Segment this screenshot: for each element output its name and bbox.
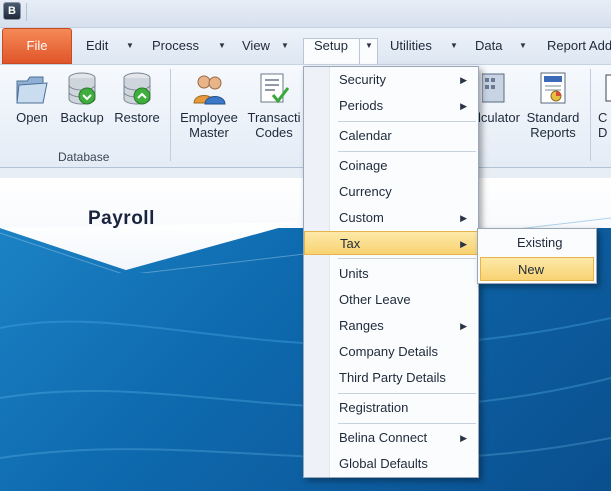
menu-separator <box>338 258 476 259</box>
menu-utilities[interactable]: Utilities <box>390 28 432 64</box>
utilities-dropdown-arrow-icon[interactable]: ▼ <box>450 28 458 64</box>
menu-item-other-leave[interactable]: Other Leave <box>305 288 477 312</box>
setup-split-divider <box>359 38 360 64</box>
calculator-label: lculator <box>478 110 520 125</box>
tax-label: Tax <box>340 236 361 251</box>
backup-label: Backup <box>60 110 104 125</box>
restore-button[interactable]: Restore <box>112 71 162 125</box>
registration-label: Registration <box>339 400 409 415</box>
title-bar: B <box>0 0 611 28</box>
calendar-label: Calendar <box>339 128 392 143</box>
menu-item-belina-connect[interactable]: Belina Connect ▶ <box>305 426 477 450</box>
company-details-label: Company Details <box>339 344 438 359</box>
payroll-title: Payroll <box>88 208 155 229</box>
existing-label: Existing <box>517 235 563 250</box>
periods-label: Periods <box>339 98 384 113</box>
submenu-arrow-icon: ▶ <box>460 321 467 331</box>
menu-item-company-details[interactable]: Company Details <box>305 340 477 364</box>
submenu-arrow-icon: ▶ <box>460 239 467 249</box>
menu-item-registration[interactable]: Registration <box>305 396 477 420</box>
backup-button[interactable]: Backup <box>58 71 106 125</box>
menu-view[interactable]: View <box>242 28 270 64</box>
database-backup-icon <box>68 72 96 105</box>
menu-process[interactable]: Process <box>152 28 199 64</box>
menu-separator <box>338 151 476 152</box>
menu-bar: File Edit ▼ Process ▼ View ▼ Setup ▼ Uti… <box>0 28 611 64</box>
menu-item-ranges[interactable]: Ranges ▶ <box>305 314 477 338</box>
payroll-app-icon[interactable]: B <box>3 2 21 20</box>
file-menu-button[interactable]: File <box>2 28 72 64</box>
database-restore-icon <box>123 72 151 105</box>
employees-icon <box>193 75 226 105</box>
ribbon-group-separator <box>170 69 171 161</box>
menu-separator <box>338 423 476 424</box>
currency-label: Currency <box>339 184 392 199</box>
calculator-button[interactable]: lculator <box>478 71 520 125</box>
global-defaults-label: Global Defaults <box>339 456 428 471</box>
process-dropdown-arrow-icon[interactable]: ▼ <box>218 28 226 64</box>
tax-submenu: Existing New <box>477 228 597 284</box>
cutoff-label-line2: D <box>598 125 608 140</box>
custom-label: Custom <box>339 210 384 225</box>
standard-reports-label-line2: Reports <box>530 125 576 140</box>
transaction-codes-label-line2: Codes <box>255 125 293 140</box>
menu-item-security[interactable]: Security ▶ <box>305 68 477 92</box>
cutoff-ribbon-icon <box>605 74 611 102</box>
submenu-item-existing[interactable]: Existing <box>480 231 594 255</box>
submenu-arrow-icon: ▶ <box>460 433 467 443</box>
restore-label: Restore <box>114 110 160 125</box>
database-group-label: Database <box>58 150 110 164</box>
data-dropdown-arrow-icon[interactable]: ▼ <box>519 28 527 64</box>
transaction-codes-button[interactable]: Transacti Codes <box>246 71 302 140</box>
submenu-arrow-icon: ▶ <box>460 213 467 223</box>
other-leave-label: Other Leave <box>339 292 411 307</box>
new-label: New <box>518 262 545 277</box>
standard-reports-icon <box>540 72 566 104</box>
menu-item-calendar[interactable]: Calendar <box>305 124 477 148</box>
ranges-label: Ranges <box>339 318 384 333</box>
menu-item-third-party-details[interactable]: Third Party Details <box>305 366 477 390</box>
setup-dropdown-menu: Security ▶ Periods ▶ Calendar Coinage Cu… <box>303 66 479 478</box>
employee-master-label-line2: Master <box>189 125 229 140</box>
transaction-codes-icon <box>260 73 290 104</box>
menu-separator <box>338 121 476 122</box>
setup-dropdown-arrow-icon[interactable]: ▼ <box>365 28 373 64</box>
view-dropdown-arrow-icon[interactable]: ▼ <box>281 28 289 64</box>
menu-item-units[interactable]: Units <box>305 262 477 286</box>
submenu-item-new[interactable]: New <box>480 257 594 281</box>
menu-item-global-defaults[interactable]: Global Defaults <box>305 452 477 476</box>
employee-master-button[interactable]: Employee Master <box>178 71 240 140</box>
menu-separator <box>338 393 476 394</box>
ribbon-group-separator-right <box>590 69 591 161</box>
cutoff-label-line1: C <box>598 110 608 125</box>
title-separator <box>26 3 27 21</box>
menu-item-custom[interactable]: Custom ▶ <box>305 206 477 230</box>
edit-dropdown-arrow-icon[interactable]: ▼ <box>126 28 134 64</box>
transaction-codes-label-line1: Transacti <box>247 110 301 125</box>
submenu-arrow-icon: ▶ <box>460 75 467 85</box>
security-label: Security <box>339 72 386 87</box>
standard-reports-label-line1: Standard <box>526 110 580 125</box>
open-button[interactable]: Open <box>12 71 52 125</box>
submenu-arrow-icon: ▶ <box>460 101 467 111</box>
menu-data[interactable]: Data <box>475 28 502 64</box>
menu-setup[interactable]: Setup <box>314 28 348 64</box>
coinage-label: Coinage <box>339 158 388 173</box>
menu-item-tax[interactable]: Tax ▶ <box>304 231 478 255</box>
menu-report-add[interactable]: Report Add <box>547 28 611 64</box>
belina-connect-label: Belina Connect <box>339 430 428 445</box>
folder-icon <box>16 76 48 104</box>
units-label: Units <box>339 266 369 281</box>
calculator-icon <box>482 73 505 103</box>
menu-item-periods[interactable]: Periods ▶ <box>305 94 477 118</box>
cutoff-ribbon-button[interactable]: C D <box>598 71 611 140</box>
menu-item-currency[interactable]: Currency <box>305 180 477 204</box>
standard-reports-button[interactable]: Standard Reports <box>524 71 582 140</box>
menu-item-coinage[interactable]: Coinage <box>305 154 477 178</box>
menu-edit[interactable]: Edit <box>86 28 108 64</box>
employee-master-label-line1: Employee <box>180 110 238 125</box>
third-party-details-label: Third Party Details <box>339 370 446 385</box>
open-label: Open <box>16 110 48 125</box>
